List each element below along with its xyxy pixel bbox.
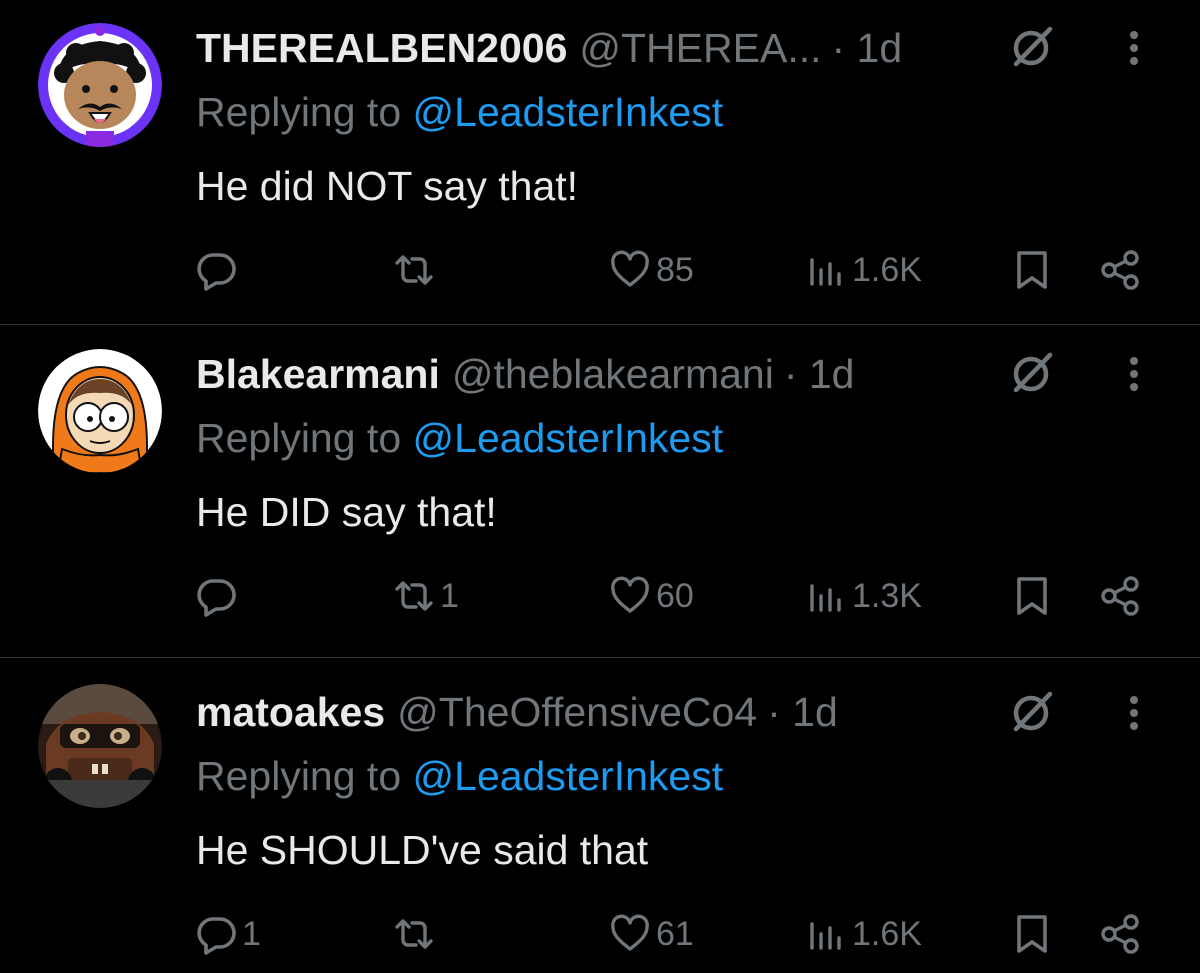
retweet-button[interactable] bbox=[392, 240, 440, 300]
comment-icon bbox=[197, 917, 236, 955]
bookmark-icon bbox=[1017, 915, 1047, 953]
display-name[interactable]: Blakearmani bbox=[196, 348, 440, 400]
replying-prefix: Replying to bbox=[196, 415, 402, 461]
rusty-tow-truck-avatar-icon bbox=[38, 684, 162, 808]
reply-header: THEREALBEN2006 @THEREA... · 1d bbox=[196, 22, 902, 74]
reply-button[interactable] bbox=[194, 566, 242, 626]
user-handle[interactable]: @TheOffensiveCo4 bbox=[397, 686, 757, 738]
views-icon bbox=[810, 584, 841, 612]
timestamp[interactable]: · 1d bbox=[767, 686, 838, 738]
grok-icon[interactable] bbox=[1010, 689, 1056, 735]
reply-text: He did NOT say that! bbox=[196, 163, 579, 209]
user-handle[interactable]: @theblakearmani bbox=[452, 348, 774, 400]
views-button[interactable]: 1.6K bbox=[804, 904, 922, 964]
like-count: 60 bbox=[656, 576, 694, 615]
replies-feed: THEREALBEN2006 @THEREA... · 1d Replying … bbox=[0, 0, 1200, 973]
reply-header: Blakearmani @theblakearmani · 1d bbox=[196, 348, 854, 400]
comment-icon bbox=[197, 253, 236, 291]
bookmark-icon bbox=[1017, 251, 1047, 289]
reply-text: He DID say that! bbox=[196, 489, 497, 535]
mention-link[interactable]: @LeadsterInkest bbox=[413, 415, 724, 461]
heart-icon bbox=[611, 914, 649, 951]
avatar[interactable] bbox=[38, 23, 162, 147]
views-button[interactable]: 1.6K bbox=[804, 240, 922, 300]
share-icon bbox=[1101, 576, 1139, 616]
more-vertical-icon[interactable] bbox=[1112, 352, 1156, 396]
reply-button[interactable] bbox=[194, 240, 242, 300]
retweet-button[interactable] bbox=[392, 904, 440, 964]
display-name[interactable]: matoakes bbox=[196, 686, 385, 738]
more-vertical-icon[interactable] bbox=[1112, 26, 1156, 70]
avatar[interactable] bbox=[38, 684, 162, 808]
share-button[interactable] bbox=[1098, 566, 1142, 626]
bookmark-button[interactable] bbox=[1010, 240, 1054, 300]
comment-icon bbox=[197, 579, 236, 617]
timestamp[interactable]: · 1d bbox=[784, 348, 855, 400]
grok-icon[interactable] bbox=[1010, 24, 1056, 70]
view-count: 1.6K bbox=[852, 250, 922, 289]
reply-item[interactable]: matoakes @TheOffensiveCo4 · 1d Replying … bbox=[0, 659, 1200, 973]
mention-link[interactable]: @LeadsterInkest bbox=[413, 753, 724, 799]
user-handle[interactable]: @THEREA... bbox=[579, 22, 821, 74]
reply-header: matoakes @TheOffensiveCo4 · 1d bbox=[196, 686, 838, 738]
retweet-icon bbox=[395, 581, 433, 611]
replying-prefix: Replying to bbox=[196, 89, 402, 135]
bookmark-icon bbox=[1017, 577, 1047, 615]
avatar[interactable] bbox=[38, 349, 162, 473]
bookmark-button[interactable] bbox=[1010, 566, 1054, 626]
share-icon bbox=[1101, 914, 1139, 954]
share-icon bbox=[1101, 250, 1139, 290]
replying-to: Replying to @LeadsterInkest bbox=[196, 750, 723, 802]
like-count: 85 bbox=[656, 250, 694, 289]
heart-icon bbox=[611, 576, 649, 613]
grok-icon[interactable] bbox=[1010, 350, 1056, 396]
views-icon bbox=[810, 258, 841, 286]
like-count: 61 bbox=[656, 914, 694, 953]
display-name[interactable]: THEREALBEN2006 bbox=[196, 22, 567, 74]
share-button[interactable] bbox=[1098, 904, 1142, 964]
retweet-icon bbox=[395, 919, 433, 949]
reply-item[interactable]: Blakearmani @theblakearmani · 1d Replyin… bbox=[0, 326, 1200, 658]
reply-count: 1 bbox=[242, 914, 261, 953]
bookmark-button[interactable] bbox=[1010, 904, 1054, 964]
share-button[interactable] bbox=[1098, 240, 1142, 300]
replying-to: Replying to @LeadsterInkest bbox=[196, 412, 723, 464]
like-button[interactable]: 61 bbox=[608, 904, 694, 964]
retweet-count: 1 bbox=[440, 576, 459, 615]
like-button[interactable]: 60 bbox=[608, 566, 694, 626]
reply-button[interactable]: 1 bbox=[194, 904, 261, 964]
action-bar: 1 60 1.3K bbox=[0, 566, 1200, 626]
retweet-button[interactable]: 1 bbox=[392, 566, 459, 626]
views-button[interactable]: 1.3K bbox=[804, 566, 922, 626]
action-bar: 85 1.6K bbox=[0, 240, 1200, 300]
retweet-icon bbox=[395, 255, 433, 285]
more-vertical-icon[interactable] bbox=[1112, 691, 1156, 735]
view-count: 1.3K bbox=[852, 576, 922, 615]
heart-icon bbox=[611, 250, 649, 287]
cartoon-mustache-avatar-icon bbox=[38, 23, 162, 147]
replying-prefix: Replying to bbox=[196, 753, 402, 799]
view-count: 1.6K bbox=[852, 914, 922, 953]
mention-link[interactable]: @LeadsterInkest bbox=[413, 89, 724, 135]
timestamp[interactable]: · 1d bbox=[832, 22, 903, 74]
orange-hood-cartoon-avatar-icon bbox=[38, 349, 162, 473]
action-bar: 1 61 1.6K bbox=[0, 904, 1200, 964]
views-icon bbox=[810, 922, 841, 950]
reply-item[interactable]: THEREALBEN2006 @THEREA... · 1d Replying … bbox=[0, 0, 1200, 325]
replying-to: Replying to @LeadsterInkest bbox=[196, 86, 723, 138]
like-button[interactable]: 85 bbox=[608, 240, 694, 300]
reply-text: He SHOULD've said that bbox=[196, 827, 649, 873]
